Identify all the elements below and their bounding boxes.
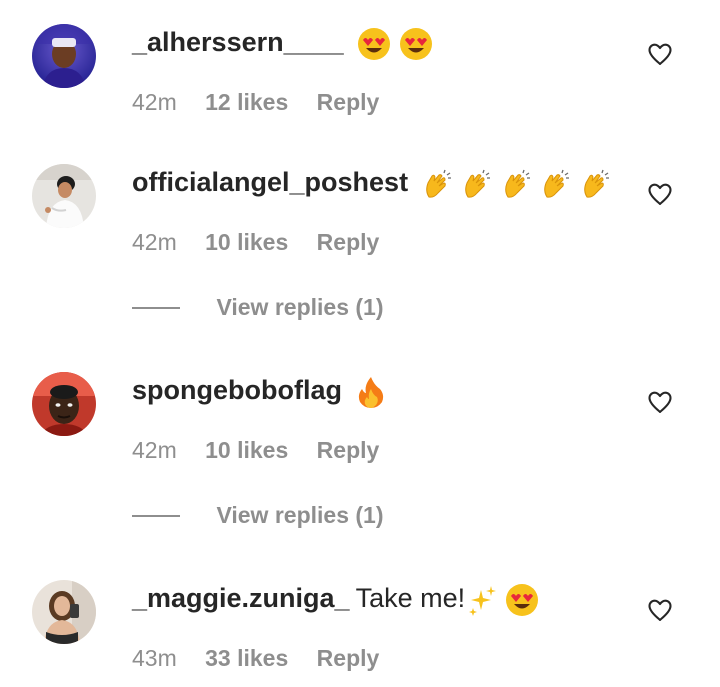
- comment-likes[interactable]: 12 likes: [205, 88, 288, 116]
- comment-line: _maggie.zuniga_ Take me!: [132, 582, 539, 617]
- reply-button[interactable]: Reply: [317, 436, 380, 464]
- comment-meta: 42m 10 likes Reply: [132, 436, 401, 464]
- comment-username[interactable]: officialangel_poshest: [132, 167, 408, 197]
- comment-meta: 43m 33 likes Reply: [132, 644, 401, 672]
- like-heart-icon[interactable]: [646, 180, 674, 208]
- like-heart-icon[interactable]: [646, 388, 674, 416]
- reply-button[interactable]: Reply: [317, 644, 380, 672]
- comment-text: Take me!: [355, 583, 466, 613]
- comment-emojis: [357, 26, 433, 61]
- reply-button[interactable]: Reply: [317, 88, 380, 116]
- like-heart-icon[interactable]: [646, 40, 674, 68]
- comment-emojis: [467, 582, 539, 617]
- clapping-hands-emoji-icon: [583, 169, 609, 198]
- comment-time: 42m: [132, 229, 177, 255]
- fire-emoji-icon: [358, 377, 383, 409]
- comment-meta: 42m 12 likes Reply: [132, 88, 401, 116]
- replies-divider: [132, 514, 180, 517]
- heart-eyes-emoji-icon: [399, 28, 432, 61]
- avatar[interactable]: [32, 372, 96, 436]
- comment-likes[interactable]: 33 likes: [205, 644, 288, 672]
- replies-divider: [132, 306, 180, 309]
- reply-button[interactable]: Reply: [317, 228, 380, 256]
- comment-emojis: [422, 167, 612, 201]
- view-replies-label[interactable]: View replies (1): [216, 294, 383, 320]
- clapping-hands-emoji-icon: [425, 169, 451, 198]
- comment-time: 42m: [132, 89, 177, 115]
- clapping-hands-emoji-icon: [504, 169, 530, 198]
- avatar[interactable]: [32, 580, 96, 644]
- heart-eyes-emoji-icon: [505, 584, 538, 617]
- clapping-hands-emoji-icon: [465, 169, 491, 198]
- comment-username[interactable]: _alherssern____: [132, 27, 344, 57]
- comment-meta: 42m 10 likes Reply: [132, 228, 401, 256]
- comment-likes[interactable]: 10 likes: [205, 436, 288, 464]
- comment-username[interactable]: spongeboboflag: [132, 375, 342, 405]
- comment-likes[interactable]: 10 likes: [205, 228, 288, 256]
- view-replies-button[interactable]: View replies (1): [132, 294, 384, 324]
- comment-line: _alherssern____: [132, 26, 433, 61]
- view-replies-button[interactable]: View replies (1): [132, 502, 384, 532]
- clapping-hands-emoji-icon: [544, 169, 570, 198]
- comment-line: spongeboboflag: [132, 374, 386, 409]
- heart-eyes-emoji-icon: [358, 28, 391, 61]
- comment-emojis: [356, 374, 386, 409]
- sparkles-emoji-icon: [469, 586, 497, 617]
- like-heart-icon[interactable]: [646, 596, 674, 624]
- view-replies-label[interactable]: View replies (1): [216, 502, 383, 528]
- comment-time: 43m: [132, 645, 177, 671]
- avatar[interactable]: [32, 24, 96, 88]
- comment-username[interactable]: _maggie.zuniga_: [132, 583, 350, 613]
- avatar[interactable]: [32, 164, 96, 228]
- comment-time: 42m: [132, 437, 177, 463]
- comment-line: officialangel_poshest: [132, 166, 612, 201]
